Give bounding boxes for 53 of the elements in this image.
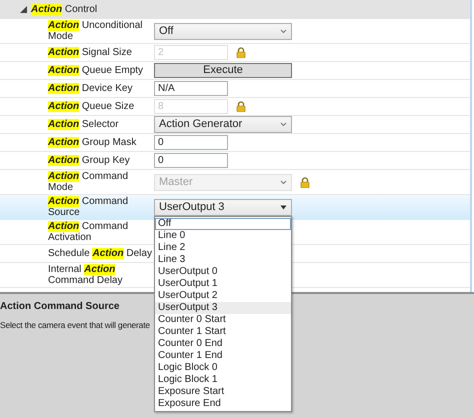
dropdown-option[interactable]: Exposure Start xyxy=(155,386,291,398)
property-label: Action Group Key xyxy=(48,155,131,166)
lock-icon xyxy=(236,101,246,112)
property-row[interactable]: Action Device Key N/A xyxy=(0,80,470,98)
dropdown-option[interactable]: UserOutput 0 xyxy=(155,266,291,278)
property-row[interactable]: Action Group Key 0 xyxy=(0,152,470,170)
property-row[interactable]: Action Queue Empty Execute xyxy=(0,62,470,80)
dropdown[interactable]: UserOutput 3 xyxy=(154,198,292,216)
dropdown-option[interactable]: Counter 1 End xyxy=(155,350,291,362)
caret-icon xyxy=(280,28,287,34)
dropdown-option[interactable]: Counter 1 Start xyxy=(155,326,291,338)
dropdown-option[interactable]: Line 3 xyxy=(155,254,291,266)
dropdown-option[interactable]: Counter 0 Start xyxy=(155,314,291,326)
dropdown-option[interactable]: Off xyxy=(155,218,291,230)
description-text: Select the camera event that will generate xyxy=(0,319,150,332)
lock-icon xyxy=(236,47,246,58)
property-label: Schedule Action Delay xyxy=(48,248,153,259)
property-label: Action Device Key xyxy=(48,83,134,94)
property-label: Action Queue Size xyxy=(48,101,136,112)
property-label: Action Unconditional Mode xyxy=(48,20,144,42)
property-label: Action Group Mask xyxy=(48,137,138,148)
dropdown-option[interactable]: Logic Block 1 xyxy=(155,374,291,386)
caret-icon xyxy=(280,122,287,127)
dropdown-option[interactable]: Logic Block 0 xyxy=(155,362,291,374)
input-field[interactable]: 0 xyxy=(154,135,228,150)
dropdown-option[interactable]: Line 0 xyxy=(155,230,291,242)
property-label: Action Selector xyxy=(48,119,120,130)
dropdown[interactable]: Off xyxy=(154,22,292,40)
dropdown-option[interactable]: UserOutput 3 xyxy=(155,302,291,314)
caret-icon xyxy=(280,180,287,184)
description-title: Action Command Source xyxy=(0,300,120,314)
property-row[interactable]: Action Selector Action Generator xyxy=(0,116,470,134)
property-label: Action Command Activation xyxy=(48,221,130,243)
property-label: Internal Action Command Delay xyxy=(48,264,124,286)
property-label: Action Signal Size xyxy=(48,47,133,58)
property-label: Action Queue Empty xyxy=(48,65,144,76)
category-title: Action Control xyxy=(31,4,98,15)
property-label: Action Command Source xyxy=(48,196,130,218)
input-field[interactable]: N/A xyxy=(154,81,228,96)
dropdown-option[interactable]: Exposure End xyxy=(155,398,291,410)
property-row[interactable]: Action Unconditional Mode Off xyxy=(0,19,470,44)
input-field[interactable]: 0 xyxy=(154,153,228,168)
property-label: Action Command Mode xyxy=(48,171,130,193)
execute-button[interactable]: Execute xyxy=(154,63,292,78)
lock-icon xyxy=(300,176,310,188)
dropdown-option[interactable]: UserOutput 1 xyxy=(155,278,291,290)
expand-icon[interactable] xyxy=(20,6,27,13)
dropdown[interactable]: Action Generator xyxy=(154,116,292,133)
category-header[interactable]: Action Control xyxy=(0,0,470,19)
dropdown-option[interactable]: UserOutput 2 xyxy=(155,290,291,302)
caret-icon xyxy=(280,204,287,210)
dropdown-option[interactable]: Counter 0 End xyxy=(155,338,291,350)
property-row[interactable]: Action Group Mask 0 xyxy=(0,134,470,152)
